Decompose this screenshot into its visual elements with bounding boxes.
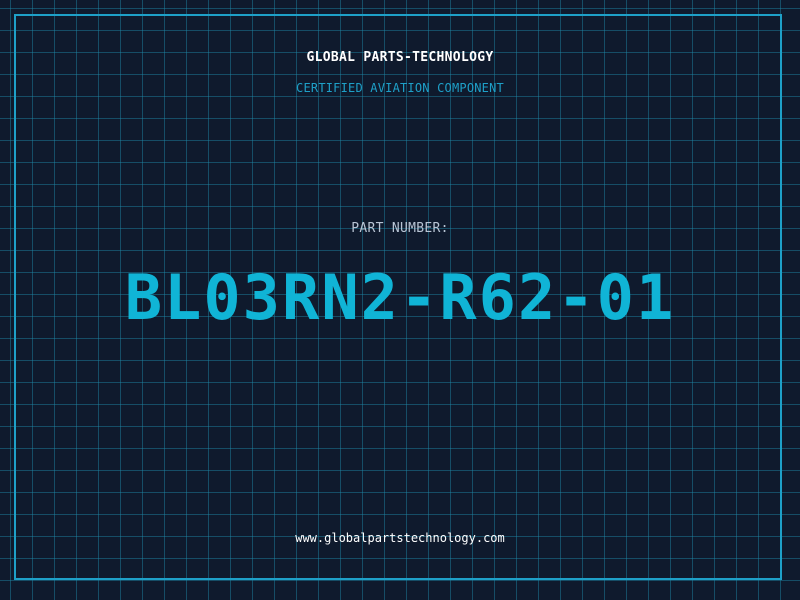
grid-background: GLOBAL PARTS-TECHNOLOGY CERTIFIED AVIATI… [0,0,800,600]
part-number-value: BL03RN2-R62-01 [124,261,676,334]
website-url: www.globalpartstechnology.com [295,531,505,545]
company-name: GLOBAL PARTS-TECHNOLOGY [306,50,494,65]
certification-subtitle: CERTIFIED AVIATION COMPONENT [296,81,504,95]
part-number-label: PART NUMBER: [351,221,449,236]
